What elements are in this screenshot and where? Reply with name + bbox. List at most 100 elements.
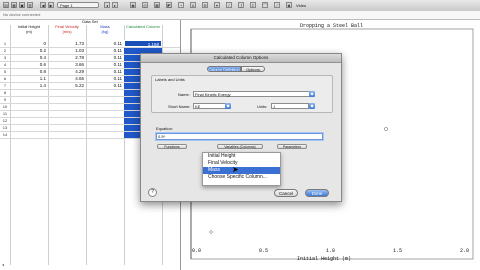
graph-title: Dropping a Steel Ball <box>300 23 364 29</box>
cell-final-velocity[interactable] <box>48 124 86 131</box>
cell-initial-height[interactable]: 1.4 <box>10 82 48 89</box>
integral-icon[interactable]: ∫ <box>238 2 244 8</box>
units-popup-button[interactable]: ◆ <box>309 103 315 109</box>
help-button[interactable]: ? <box>148 188 157 197</box>
cell-initial-height[interactable] <box>10 103 48 110</box>
units-field[interactable]: J <box>271 103 309 109</box>
cell-final-velocity[interactable]: 4.65 <box>48 75 86 82</box>
cell-mass[interactable]: 0.11 <box>86 68 124 75</box>
variables-button[interactable]: Variables (Columns) <box>217 144 263 149</box>
scroll-left-icon[interactable]: ◂ <box>2 262 8 267</box>
meter-icon[interactable]: ◔ <box>178 2 184 8</box>
equation-field[interactable]: 0.5* <box>156 133 323 140</box>
cell-final-velocity[interactable] <box>48 110 86 117</box>
menu-item-final-velocity[interactable]: Final Velocity <box>203 160 280 167</box>
units-label: Units: <box>257 104 268 109</box>
graph-icon[interactable]: ◩ <box>166 2 172 8</box>
name-label: Name: <box>178 92 190 97</box>
cell-mass[interactable] <box>86 131 124 138</box>
cell-mass[interactable] <box>86 96 124 103</box>
page-prev-icon[interactable]: ◂ <box>104 2 110 8</box>
open-icon[interactable]: ▦ <box>11 2 17 8</box>
cell-initial-height[interactable]: 0.2 <box>10 47 48 54</box>
cell-final-velocity[interactable] <box>48 117 86 124</box>
tangent-icon[interactable]: ∕ <box>226 2 232 8</box>
sensor-icon[interactable]: ◎ <box>142 2 148 8</box>
cell-initial-height[interactable]: 0.4 <box>10 54 48 61</box>
page-next-icon[interactable]: ▸ <box>112 2 118 8</box>
cell-mass[interactable]: 0.11 <box>86 75 124 82</box>
forward-arrow-icon[interactable]: ▶ <box>48 2 54 8</box>
x-axis-label: Initial Height (m) <box>297 256 352 262</box>
column-header-velocity[interactable]: Final Velocity (m/s) <box>48 24 86 39</box>
menu-item-choose-specific-column[interactable]: Choose Specific Column... <box>203 174 280 181</box>
camera-icon[interactable]: ◙ <box>286 2 292 8</box>
row-number: 7 <box>3 83 7 88</box>
menu-item-initial-height[interactable]: Initial Height <box>203 153 280 160</box>
cell-final-velocity[interactable]: 2.78 <box>48 54 86 61</box>
cell-final-velocity[interactable]: 3.66 <box>48 61 86 68</box>
functions-button[interactable]: Functions <box>157 144 187 149</box>
cell-mass[interactable]: 0.11 <box>86 40 124 47</box>
cell-mass[interactable] <box>86 110 124 117</box>
examine-icon[interactable]: ⌖ <box>214 2 220 8</box>
cell-final-velocity[interactable] <box>48 96 86 103</box>
table-icon[interactable]: ▦ <box>154 2 160 8</box>
row-number: 2 <box>3 48 7 53</box>
short-name-field[interactable]: KE <box>193 103 227 109</box>
cell-mass[interactable]: 0.11 <box>86 54 124 61</box>
cell-mass[interactable]: 0.11 <box>86 82 124 89</box>
cell-final-velocity[interactable] <box>48 89 86 96</box>
done-button[interactable]: Done <box>305 189 329 197</box>
file-icon[interactable]: ▤ <box>3 2 9 8</box>
cell-final-velocity[interactable]: 4.29 <box>48 68 86 75</box>
cell-mass[interactable]: 0.11 <box>86 47 124 54</box>
cell-initial-height[interactable] <box>10 89 48 96</box>
name-field[interactable]: Final Kinetic Energy <box>193 91 311 97</box>
cell-initial-height[interactable] <box>10 96 48 103</box>
cell-final-velocity[interactable] <box>48 103 86 110</box>
cancel-button[interactable]: Cancel <box>274 189 298 197</box>
cell-mass[interactable]: 0.11 <box>86 61 124 68</box>
text-icon[interactable]: A <box>190 2 196 8</box>
video-label: Video <box>296 3 307 8</box>
linear-fit-icon[interactable]: ⟋ <box>274 2 280 8</box>
cell-initial-height[interactable]: 0.6 <box>10 61 48 68</box>
save-icon[interactable]: ▣ <box>19 2 25 8</box>
menu-item-mass[interactable]: Mass <box>203 167 280 174</box>
cell-initial-height[interactable] <box>10 117 48 124</box>
cell-initial-height[interactable] <box>10 131 48 138</box>
tab-column-definition[interactable]: Column Definition <box>207 66 241 72</box>
data-collection-icon[interactable]: ◉ <box>130 2 136 8</box>
zoom-icon[interactable]: ⊕ <box>202 2 208 8</box>
variables-menu: Initial Height Final Velocity Mass Choos… <box>202 152 281 186</box>
cell-final-velocity[interactable] <box>48 131 86 138</box>
column-header-mass[interactable]: Mass (kg) <box>86 24 124 39</box>
cell-final-velocity[interactable]: 1.73 <box>48 40 86 47</box>
cell-mass[interactable] <box>86 103 124 110</box>
print-icon[interactable]: ▥ <box>27 2 33 8</box>
cell-calculated[interactable]: 1.158 <box>124 40 162 47</box>
cell-mass[interactable] <box>86 117 124 124</box>
cell-mass[interactable] <box>86 89 124 96</box>
page-selector[interactable]: Page 1 <box>57 2 99 8</box>
cell-final-velocity[interactable]: 1.03 <box>48 47 86 54</box>
tab-options[interactable]: Options <box>241 66 265 72</box>
cell-initial-height[interactable]: 1.1 <box>10 75 48 82</box>
column-header-calculated[interactable]: Calculated Column <box>124 24 162 39</box>
cell-initial-height[interactable]: 0 <box>10 40 48 47</box>
cell-initial-height[interactable] <box>10 110 48 117</box>
cell-final-velocity[interactable]: 5.22 <box>48 82 86 89</box>
cell-initial-height[interactable] <box>10 124 48 131</box>
cell-mass[interactable] <box>86 124 124 131</box>
curve-fit-icon[interactable]: ⌒ <box>262 2 268 8</box>
parameters-button[interactable]: Parameters <box>277 144 307 149</box>
column-header-height[interactable]: Initial Height (m) <box>10 24 48 39</box>
cell-initial-height[interactable]: 0.8 <box>10 68 48 75</box>
stats-icon[interactable]: Σ <box>250 2 256 8</box>
row-number: 10 <box>2 104 8 109</box>
back-arrow-icon[interactable]: ◀ <box>40 2 46 8</box>
x-tick-label: 0.0 <box>192 248 202 254</box>
short-name-popup-button[interactable]: ◆ <box>225 103 231 109</box>
name-popup-button[interactable]: ◆ <box>309 91 315 97</box>
